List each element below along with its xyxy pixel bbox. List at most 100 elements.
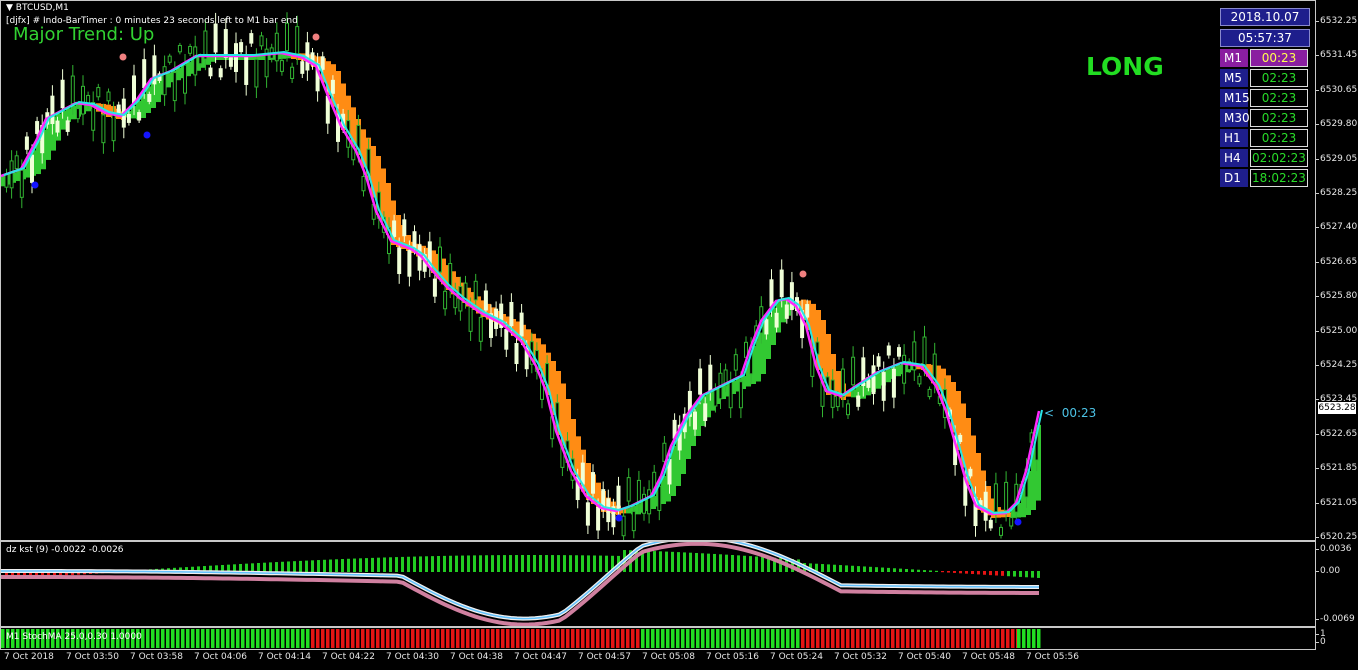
candle-body — [902, 354, 907, 384]
tf-label: H4 — [1220, 149, 1248, 167]
candle-body — [188, 45, 193, 54]
kst-histogram-bar — [989, 571, 992, 576]
candle-body — [218, 68, 223, 78]
current-price-tag: 6523.28 — [1318, 402, 1356, 414]
kst-histogram-bar — [461, 555, 464, 572]
stoch-bar — [856, 629, 860, 648]
stoch-bar — [616, 629, 620, 648]
stoch-bar — [436, 629, 440, 648]
stoch-bar — [1032, 629, 1036, 648]
stoch-bar — [986, 629, 990, 648]
stoch-panel-canvas[interactable] — [1, 628, 1315, 649]
stoch-bar — [816, 629, 820, 648]
candle-body — [968, 468, 973, 477]
kst-histogram-bar — [269, 562, 272, 572]
tf-label: H1 — [1220, 129, 1248, 147]
price-tick: 6527.40 — [1315, 222, 1358, 233]
kst-histogram-bar — [971, 571, 974, 575]
candle-body — [708, 364, 713, 392]
candle-body — [927, 388, 932, 398]
signal-label: LONG — [1086, 52, 1164, 81]
candle-body — [96, 87, 101, 98]
kst-histogram-bar — [293, 561, 296, 572]
stoch-bar — [171, 629, 175, 648]
stoch-bar — [801, 629, 805, 648]
price-chart-canvas[interactable] — [1, 1, 1315, 540]
candle-body — [443, 290, 448, 310]
candle-body — [137, 112, 142, 121]
stoch-bar — [996, 629, 1000, 648]
price-tick: 6528.25 — [1315, 188, 1358, 198]
tf-label: M5 — [1220, 69, 1248, 87]
kst-histogram-bar — [437, 555, 440, 572]
stoch-bar — [651, 629, 655, 648]
kst-histogram-bar — [923, 570, 926, 572]
stoch-bar — [976, 629, 980, 648]
candle-body — [295, 26, 300, 55]
stoch-bar — [186, 629, 190, 648]
kst-histogram-bar — [527, 555, 530, 572]
kst-histogram-bar — [761, 556, 764, 572]
candle-body — [891, 368, 896, 398]
kst-histogram-bar — [311, 560, 314, 572]
kst-histogram-bar — [503, 555, 506, 572]
kst-histogram-bar — [443, 555, 446, 572]
candle-body — [132, 75, 136, 105]
stoch-bar — [701, 629, 705, 648]
stoch-bar — [791, 629, 795, 648]
stoch-bar — [296, 629, 300, 648]
candle-body — [249, 33, 254, 44]
stoch-bar — [401, 629, 405, 648]
candle-body — [580, 462, 585, 485]
kst-histogram-bar — [899, 568, 902, 572]
stoch-bar — [946, 629, 950, 648]
candle-body — [223, 29, 228, 58]
tf-label: M15 — [1220, 89, 1250, 107]
candle-body — [111, 112, 116, 142]
stoch-bar — [566, 629, 570, 648]
signal-dot — [31, 181, 39, 189]
candle-body — [835, 394, 840, 408]
time-tick: 7 Oct 2018 — [4, 652, 54, 662]
stoch-bar — [766, 629, 770, 648]
kst-panel-canvas[interactable] — [1, 542, 1315, 626]
kst-histogram-bar — [965, 571, 968, 574]
stoch-bar — [611, 629, 615, 648]
stoch-bar — [836, 629, 840, 648]
kst-histogram-bar — [593, 555, 596, 572]
time-tick: 7 Oct 05:40 — [898, 652, 951, 662]
price-tick: 6522.65 — [1315, 428, 1358, 439]
stoch-bar — [386, 629, 390, 648]
stoch-bar — [991, 629, 995, 648]
stoch-bar — [1027, 629, 1031, 648]
stoch-bar — [271, 629, 275, 648]
price-tick: 6521.05 — [1315, 497, 1358, 508]
stoch-bar — [621, 629, 625, 648]
stoch-bar — [486, 629, 490, 648]
kst-histogram-bar — [1025, 571, 1028, 578]
major-trend-label: Major Trend: Up — [13, 24, 155, 45]
kst-histogram-bar — [935, 570, 938, 572]
candle-body — [647, 489, 652, 515]
kst-histogram-bar — [707, 553, 710, 572]
kst-histogram-bar — [881, 567, 884, 572]
kst-histogram-bar — [1007, 571, 1010, 577]
candle-body — [19, 169, 24, 198]
candle-body — [438, 246, 442, 273]
stoch-bar — [341, 629, 345, 648]
stoch-bar — [201, 629, 205, 648]
dropdown-triangle-icon[interactable]: ▼ — [6, 3, 13, 13]
stoch-bar — [756, 629, 760, 648]
stoch-bar — [411, 629, 415, 648]
stoch-bar — [311, 629, 315, 648]
candle-body — [478, 316, 483, 342]
tf-label: D1 — [1220, 169, 1248, 187]
candle-body — [871, 365, 876, 395]
symbol-label: BTCUSD,M1 — [15, 3, 69, 13]
candle-body — [876, 356, 881, 367]
candle-body — [432, 278, 437, 297]
candle-body — [473, 280, 478, 301]
candle-body — [642, 493, 646, 514]
price-axis[interactable]: 6532.25 6531.45 6530.65 6529.80 6529.05 6528.… — [1315, 0, 1358, 542]
stoch-bar — [871, 629, 875, 648]
